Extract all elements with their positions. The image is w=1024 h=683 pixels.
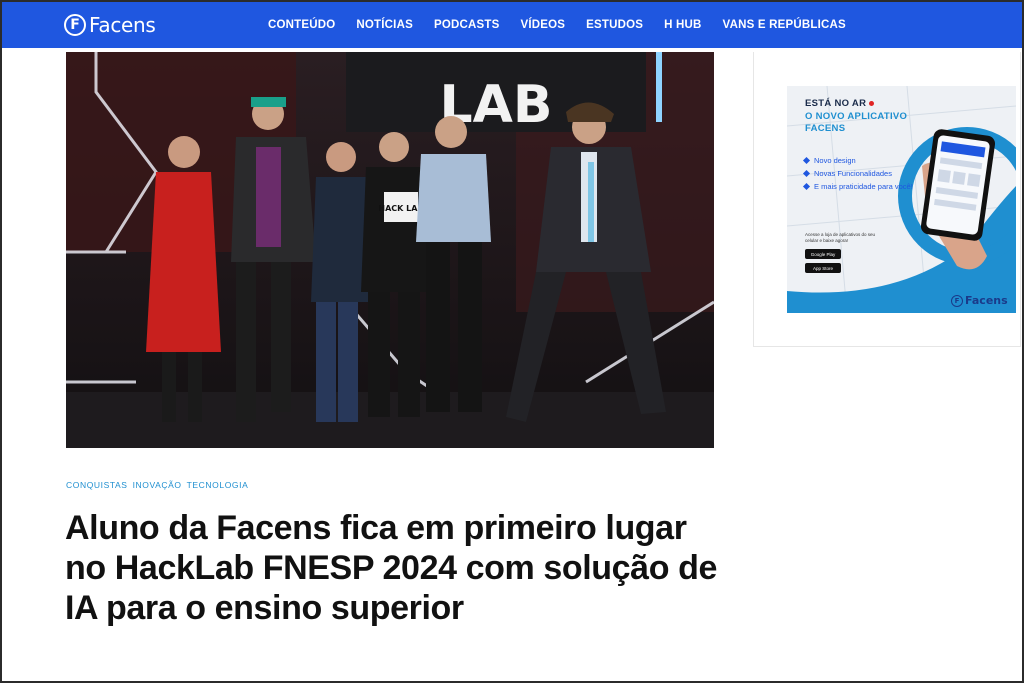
ad-feature-list: Novo design Novas Funcionalidades E mais… [802,154,928,193]
hero-photo-illustration: LAB HACK LAB [66,52,714,448]
nav-item-estudos[interactable]: ESTUDOS [586,19,643,31]
ad-store-text: Acesse a loja de aplicativos do seu celu… [805,232,876,243]
nav-item-videos[interactable]: VÍDEOS [520,19,565,31]
diamond-bullet-icon [802,169,811,178]
nav-item-podcasts[interactable]: PODCASTS [434,19,500,31]
facens-logo-icon: F [64,14,86,36]
category-conquistas[interactable]: CONQUISTAS [66,480,128,490]
nav-item-conteudo[interactable]: CONTEÚDO [268,19,335,31]
ad-facens-logo-text: Facens [965,294,1008,307]
nav-item-vans-e-republicas[interactable]: VANS E REPÚBLICAS [723,19,846,31]
site-header: F Facens CONTEÚDO NOTÍCIAS PODCASTS VÍDE… [2,2,1022,48]
ad-feature-item: Novas Funcionalidades [802,167,928,180]
app-ad-banner[interactable]: ESTÁ NO AR O NOVO APLICATIVO FACENS Novo… [787,86,1016,313]
diamond-bullet-icon [802,156,811,165]
nav-item-noticias[interactable]: NOTÍCIAS [356,19,413,31]
ad-feature-item: E mais praticidade para você! [802,180,928,193]
ad-facens-logo-icon: F [951,294,963,307]
article-title: Aluno da Facens fica em primeiro lugar n… [65,509,717,627]
diamond-bullet-icon [802,182,811,191]
app-store-badge[interactable]: App Store [805,263,841,273]
ad-facens-logo: F Facens [951,294,1008,307]
ad-feature-item: Novo design [802,154,928,167]
main-nav: CONTEÚDO NOTÍCIAS PODCASTS VÍDEOS ESTUDO… [268,2,846,48]
category-inovacao[interactable]: INOVAÇÃO [133,480,182,490]
ad-headline-2: O NOVO APLICATIVO FACENS [805,111,908,134]
category-tecnologia[interactable]: TECNOLOGIA [187,480,249,490]
article-categories: CONQUISTAS INOVAÇÃO TECNOLOGIA [66,480,253,490]
hero-photo: LAB HACK LAB [66,52,714,448]
facens-logo-text: Facens [89,13,156,37]
browser-viewport: F Facens CONTEÚDO NOTÍCIAS PODCASTS VÍDE… [0,0,1024,683]
nav-item-h-hub[interactable]: H HUB [664,19,701,31]
ad-headline-1: ESTÁ NO AR [805,98,875,109]
google-play-badge[interactable]: Google Play [805,249,841,259]
live-dot-icon [869,100,875,106]
hero-shirt-text: HACK LAB [378,204,423,213]
facens-logo[interactable]: F Facens [64,12,156,38]
